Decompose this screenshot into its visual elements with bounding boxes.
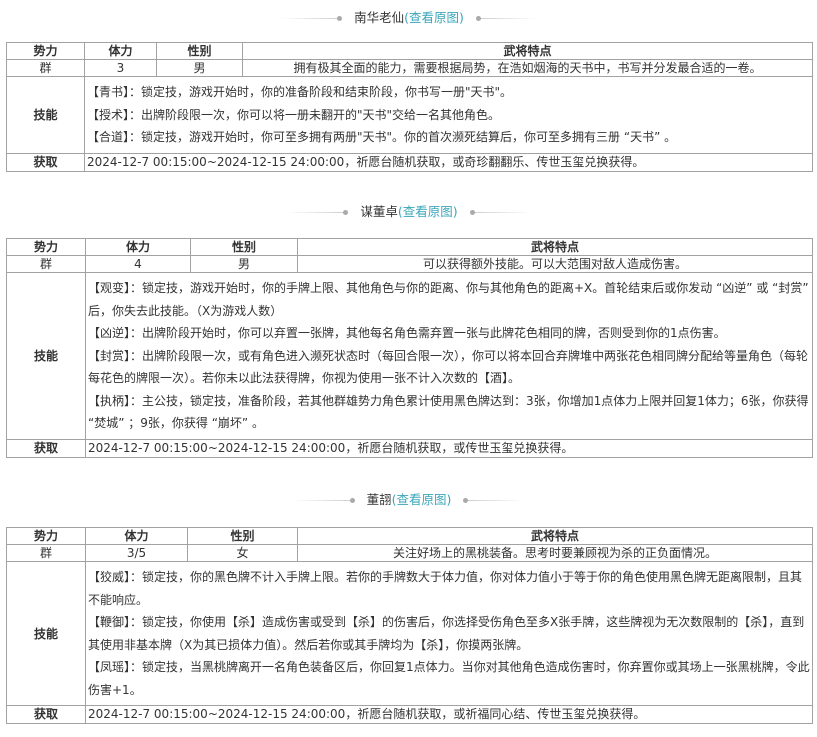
header-faction: 势力 [6, 238, 86, 256]
divider-left [292, 498, 355, 503]
skills-cell: 【青书】：锁定技，游戏开始时，你的准备阶段和结束阶段，你书写一册"天书"。 【授术… [84, 76, 813, 154]
header-row: 势力 体力 性别 武将特点 [6, 527, 813, 545]
skill-item: 【凤瑶】：锁定技，当黑桃牌离开一名角色装备区后，你回复1点体力。当你对其他角色造… [88, 660, 810, 697]
general-title: 董翓(查看原图) [6, 491, 812, 509]
divider-left [280, 16, 343, 21]
skill-item: 【执柄】：主公技，锁定技，准备阶段，若其他群雄势力角色累计使用黑色牌达到：3张，… [88, 393, 809, 431]
divider-right [475, 16, 538, 21]
gender-value: 男 [190, 255, 298, 273]
skill-item: 【观变】：锁定技，游戏开始时，你的手牌上限、其他角色与你的距离、你与其他角色的距… [88, 281, 809, 318]
header-traits: 武将特点 [242, 42, 813, 60]
skill-item: 【封赏】：出牌阶段限一次，或有角色进入濒死状态时（每回合限一次），你可以将本回合… [88, 348, 809, 386]
view-original-link[interactable]: (查看原图) [404, 10, 464, 25]
faction-value: 群 [6, 59, 85, 77]
general-table: 势力 体力 性别 武将特点群 3 男拥有极其全面的能力，需要根据局势，在浩如烟海的天书中，… [6, 42, 813, 172]
skill-item: 【鞭御】：锁定技，你使用【杀】造成伤害或受到【杀】的伤害后，你选择受伤角色至多X… [88, 615, 805, 652]
divider-right [469, 210, 532, 215]
gender-value: 男 [156, 59, 243, 77]
skill-item: 【凶逆】：出牌阶段开始时，你可以弃置一张牌，其他每名角色需弃置一张与此牌花色相同… [88, 326, 726, 340]
acquire-row: 获取 2024-12-7 00:15:00~2024-12-15 24:00:00… [6, 438, 813, 458]
general-title: 谋董卓(查看原图) [6, 203, 812, 221]
header-gender: 性别 [190, 238, 298, 256]
divider-left [286, 210, 349, 215]
acquire-label: 获取 [6, 152, 85, 172]
skill-item: 【青书】：锁定技，游戏开始时，你的准备阶段和结束阶段，你书写一册"天书"。 [87, 85, 513, 99]
skills-row: 技能 【青书】：锁定技，游戏开始时，你的准备阶段和结束阶段，你书写一册"天书"。【… [6, 76, 813, 154]
general-title: 南华老仙(查看原图) [6, 9, 812, 27]
header-hp: 体力 [85, 238, 191, 256]
skill-item: 【狡威】：锁定技，你的黑色牌不计入手牌上限。若你的手牌数大于体力值，你对体力值小… [88, 570, 803, 607]
traits-value: 拥有极其全面的能力，需要根据局势，在浩如烟海的天书中，书写并分发最合适的一卷。 [242, 59, 813, 77]
info-row: 群 3 男拥有极其全面的能力，需要根据局势，在浩如烟海的天书中，书写并分发最合适的一… [6, 59, 813, 77]
general-name: 谋董卓 [360, 204, 398, 219]
gender-value: 女 [187, 544, 298, 562]
skills-label: 技能 [6, 561, 86, 706]
faction-value: 群 [6, 544, 86, 562]
general-name: 南华老仙 [354, 10, 405, 25]
header-faction: 势力 [6, 42, 85, 60]
divider-right [463, 498, 526, 503]
faction-value: 群 [6, 255, 86, 273]
skills-row: 技能 【狡威】：锁定技，你的黑色牌不计入手牌上限。若你的手牌数大于体力值，你对体力… [6, 561, 813, 706]
info-row: 群 3/5 女关注好场上的黑桃装备。思考时要兼顾视为杀的正负面情况。 [6, 544, 813, 562]
general-name: 董翓 [366, 492, 392, 507]
skill-item: 【授术】：出牌阶段限一次，你可以将一册未翻开的"天书"交给一名其他角色。 [87, 107, 501, 122]
acquire-label: 获取 [6, 438, 86, 458]
hp-value: 4 [85, 255, 191, 273]
skills-label: 技能 [6, 272, 86, 440]
acquire-row: 获取 2024-12-7 00:15:00~2024-12-15 24:00:00… [6, 152, 813, 172]
header-hp: 体力 [85, 527, 188, 545]
header-row: 势力 体力 性别 武将特点 [6, 238, 813, 256]
traits-value: 可以获得额外技能。可以大范围对敌人造成伤害。 [297, 255, 813, 273]
traits-value: 关注好场上的黑桃装备。思考时要兼顾视为杀的正负面情况。 [297, 544, 813, 562]
skill-item: 【合道】：锁定技，游戏开始时，你可至多拥有两册"天书"。你的首次濒死结算后，你可… [87, 130, 677, 144]
skills-label: 技能 [6, 76, 85, 154]
info-row: 群 4 男可以获得额外技能。可以大范围对敌人造成伤害。 [6, 255, 813, 273]
header-gender: 性别 [156, 42, 243, 60]
header-traits: 武将特点 [297, 238, 813, 256]
acquire-value: 2024-12-7 00:15:00~2024-12-15 24:00:00，祈… [85, 705, 813, 724]
acquire-value: 2024-12-7 00:15:00~2024-12-15 24:00:00，祈… [85, 438, 813, 458]
skills-cell: 【狡威】：锁定技，你的黑色牌不计入手牌上限。若你的手牌数大于体力值，你对体力值小… [85, 561, 813, 706]
header-traits: 武将特点 [297, 527, 813, 545]
hp-value: 3/5 [85, 544, 188, 562]
header-gender: 性别 [187, 527, 298, 545]
general-table: 势力 体力 性别 武将特点群 3/5 女关注好场上的黑桃装备。思考时要兼顾视为杀的正负面情… [6, 527, 813, 724]
acquire-row: 获取 2024-12-7 00:15:00~2024-12-15 24:00:00… [6, 705, 813, 724]
view-original-link[interactable]: (查看原图) [398, 204, 458, 219]
header-hp: 体力 [84, 42, 157, 60]
hp-value: 3 [84, 59, 157, 77]
acquire-value: 2024-12-7 00:15:00~2024-12-15 24:00:00，祈… [84, 152, 813, 172]
skills-cell: 【观变】：锁定技，游戏开始时，你的手牌上限、其他角色与你的距离、你与其他角色的距… [85, 272, 813, 440]
skills-row: 技能 【观变】：锁定技，游戏开始时，你的手牌上限、其他角色与你的距离、你与其他角色… [6, 272, 813, 440]
header-faction: 势力 [6, 527, 86, 545]
general-table: 势力 体力 性别 武将特点群 4 男可以获得额外技能。可以大范围对敌人造成伤害。 技能 【观变… [6, 238, 813, 458]
header-row: 势力 体力 性别 武将特点 [6, 42, 813, 60]
acquire-label: 获取 [6, 705, 86, 724]
view-original-link[interactable]: (查看原图) [392, 492, 452, 507]
